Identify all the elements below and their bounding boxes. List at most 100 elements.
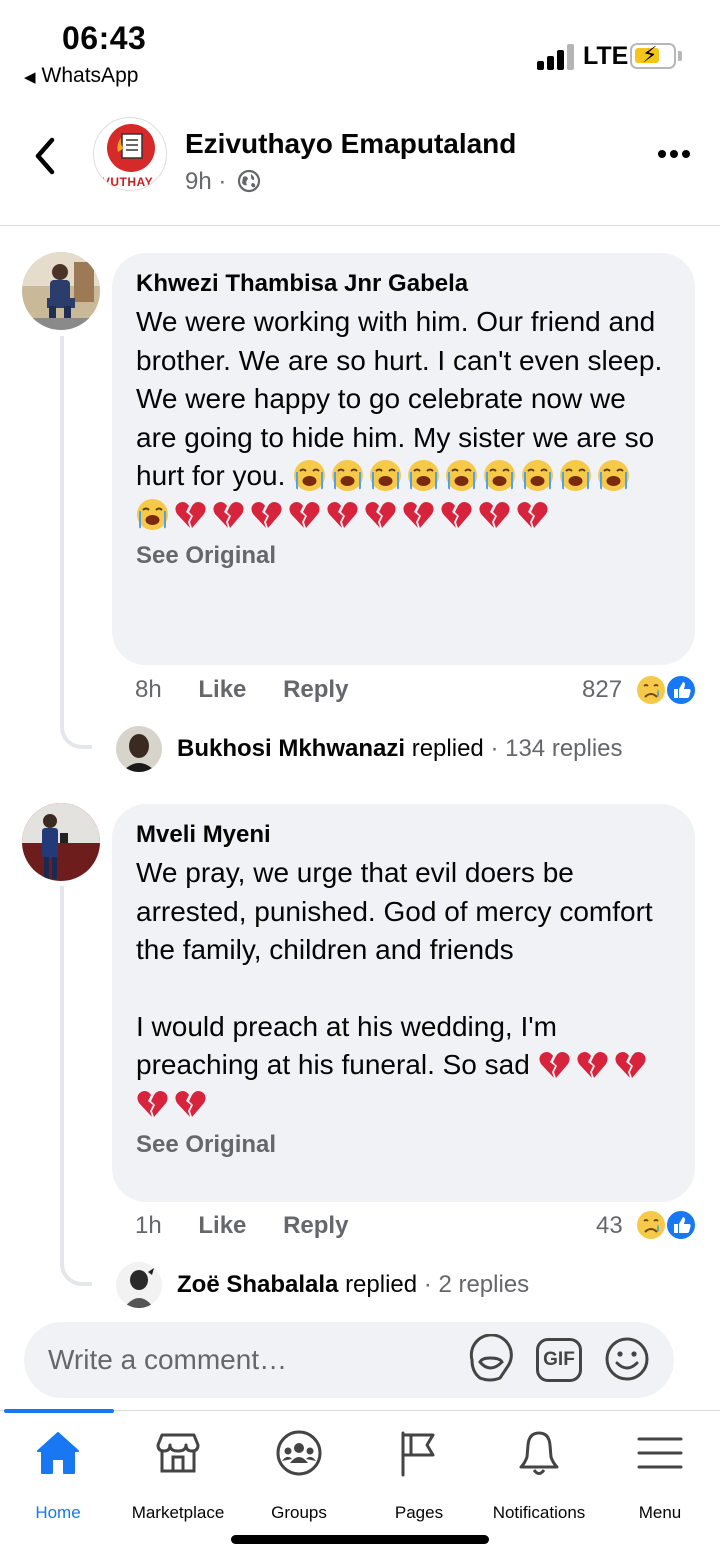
broken-heart-emoji-group — [174, 499, 554, 530]
gif-icon[interactable]: GIF — [536, 1338, 582, 1382]
broken-heart-icon — [174, 498, 207, 531]
loudly-crying-face-icon — [407, 459, 440, 492]
reaction-count[interactable]: 827 — [582, 676, 622, 704]
reply-avatar — [116, 1262, 162, 1308]
reaction-icons[interactable] — [634, 1208, 704, 1241]
broken-heart-icon — [576, 1048, 609, 1081]
back-triangle-icon: ◀ — [24, 69, 36, 86]
tab-label: Menu — [638, 1503, 682, 1522]
page-name[interactable]: Ezivuthayo Emaputaland — [185, 128, 516, 160]
reply-count: 134 replies — [505, 735, 623, 762]
meta-separator: · — [218, 168, 227, 195]
tab-label: Pages — [394, 1503, 444, 1522]
reply-verb: replied — [345, 1271, 418, 1298]
broken-heart-icon — [250, 498, 283, 531]
reply-author: Bukhosi Mkhwanazi — [177, 735, 406, 762]
comment-actions: 1h Like Reply — [135, 1212, 378, 1240]
broken-heart-icon — [288, 498, 321, 531]
comment-text: We pray, we urge that evil doers be arre… — [136, 854, 671, 970]
active-tab-indicator — [4, 1409, 114, 1413]
status-bar: 06:43 ◀ WhatsApp LTE ⚡ — [0, 0, 720, 100]
menu-icon — [637, 1437, 683, 1469]
loudly-crying-face-icon — [597, 459, 630, 492]
see-original-link[interactable]: See Original — [136, 542, 671, 570]
reply-button[interactable]: Reply — [283, 1212, 348, 1239]
signal-icon — [537, 44, 577, 70]
globe-icon — [237, 169, 261, 193]
broken-heart-icon — [614, 1048, 647, 1081]
back-to-app-link[interactable]: ◀ WhatsApp — [24, 64, 138, 88]
broken-heart-icon — [136, 1087, 169, 1120]
status-time: 06:43 — [62, 20, 147, 56]
more-options-icon[interactable] — [654, 148, 694, 160]
tab-pages[interactable]: Pages — [359, 1425, 479, 1525]
comment-text: We were working with him. Our friend and… — [136, 303, 671, 534]
loudly-crying-face-icon — [483, 459, 516, 492]
comment-actions: 8h Like Reply — [135, 676, 378, 704]
comment-avatar[interactable] — [22, 252, 100, 330]
thread-connector — [60, 886, 92, 1286]
page-avatar[interactable]: IVUTHAY — [93, 117, 167, 191]
comment-bubble[interactable]: Mveli Myeni We pray, we urge that evil d… — [112, 804, 695, 1202]
broken-heart-icon — [538, 1048, 571, 1081]
tab-marketplace[interactable]: Marketplace — [118, 1425, 238, 1525]
groups-icon — [276, 1430, 322, 1476]
view-replies-row[interactable]: Bukhosi Mkhwanazi replied · 134 replies — [116, 726, 676, 774]
comment-composer: GIF — [0, 1308, 720, 1410]
broken-heart-icon — [516, 498, 549, 531]
home-icon — [37, 1432, 79, 1474]
broken-heart-icon — [326, 498, 359, 531]
loudly-crying-face-icon — [136, 498, 169, 531]
reply-summary[interactable]: Zoë Shabalala replied · 2 replies — [177, 1271, 529, 1299]
reply-dot: · — [490, 735, 499, 762]
loudly-crying-face-icon — [445, 459, 478, 492]
tab-label: Marketplace — [131, 1503, 225, 1522]
emoji-icon[interactable] — [604, 1336, 650, 1382]
view-replies-row[interactable]: Zoë Shabalala replied · 2 replies — [116, 1262, 676, 1308]
reply-button[interactable]: Reply — [283, 676, 348, 703]
broken-heart-icon — [174, 1087, 207, 1120]
comment-avatar[interactable] — [22, 803, 100, 881]
broken-heart-icon — [402, 498, 435, 531]
reply-count: 2 replies — [438, 1271, 530, 1298]
tab-notifications[interactable]: Notifications — [479, 1425, 599, 1525]
tab-home[interactable]: Home — [0, 1425, 118, 1525]
network-label: LTE — [583, 42, 629, 70]
reply-dot: · — [423, 1271, 432, 1298]
page-logo-text: IVUTHAY — [98, 175, 154, 189]
loudly-crying-face-icon — [369, 459, 402, 492]
post-meta: 9h · — [185, 168, 261, 196]
reaction-count[interactable]: 43 — [596, 1212, 623, 1240]
broken-heart-icon — [440, 498, 473, 531]
comment-bubble[interactable]: Khwezi Thambisa Jnr Gabela We were worki… — [112, 253, 695, 665]
comment-time: 8h — [135, 676, 162, 703]
back-chevron-icon[interactable] — [30, 136, 60, 176]
reply-avatar — [116, 726, 162, 772]
loudly-crying-face-icon — [293, 459, 326, 492]
comment-author[interactable]: Khwezi Thambisa Jnr Gabela — [136, 269, 671, 299]
reply-author: Zoë Shabalala — [177, 1271, 339, 1298]
loudly-crying-face-icon — [559, 459, 592, 492]
comment-text: I would preach at his wedding, I'm preac… — [136, 1008, 671, 1124]
tab-groups[interactable]: Groups — [239, 1425, 359, 1525]
comment-body-paragraph-1: We pray, we urge that evil doers be arre… — [136, 857, 661, 965]
comment-author[interactable]: Mveli Myeni — [136, 820, 671, 850]
thread-connector — [60, 336, 92, 749]
like-button[interactable]: Like — [198, 1212, 246, 1239]
broken-heart-icon — [212, 498, 245, 531]
loudly-crying-face-icon — [521, 459, 554, 492]
tab-label: Home — [35, 1503, 81, 1522]
sticker-icon[interactable] — [466, 1334, 514, 1384]
broken-heart-icon — [478, 498, 511, 531]
back-app-label: WhatsApp — [41, 64, 139, 87]
post-time: 9h — [185, 168, 212, 195]
see-original-link[interactable]: See Original — [136, 1131, 671, 1159]
charging-bolt-icon: ⚡ — [642, 42, 658, 67]
reaction-icons[interactable] — [634, 673, 704, 706]
like-button[interactable]: Like — [198, 676, 246, 703]
reply-summary[interactable]: Bukhosi Mkhwanazi replied · 134 replies — [177, 735, 623, 763]
tab-label: Groups — [271, 1503, 327, 1522]
tab-menu[interactable]: Menu — [600, 1425, 720, 1525]
comment-time: 1h — [135, 1212, 162, 1239]
loudly-crying-face-icon — [331, 459, 364, 492]
